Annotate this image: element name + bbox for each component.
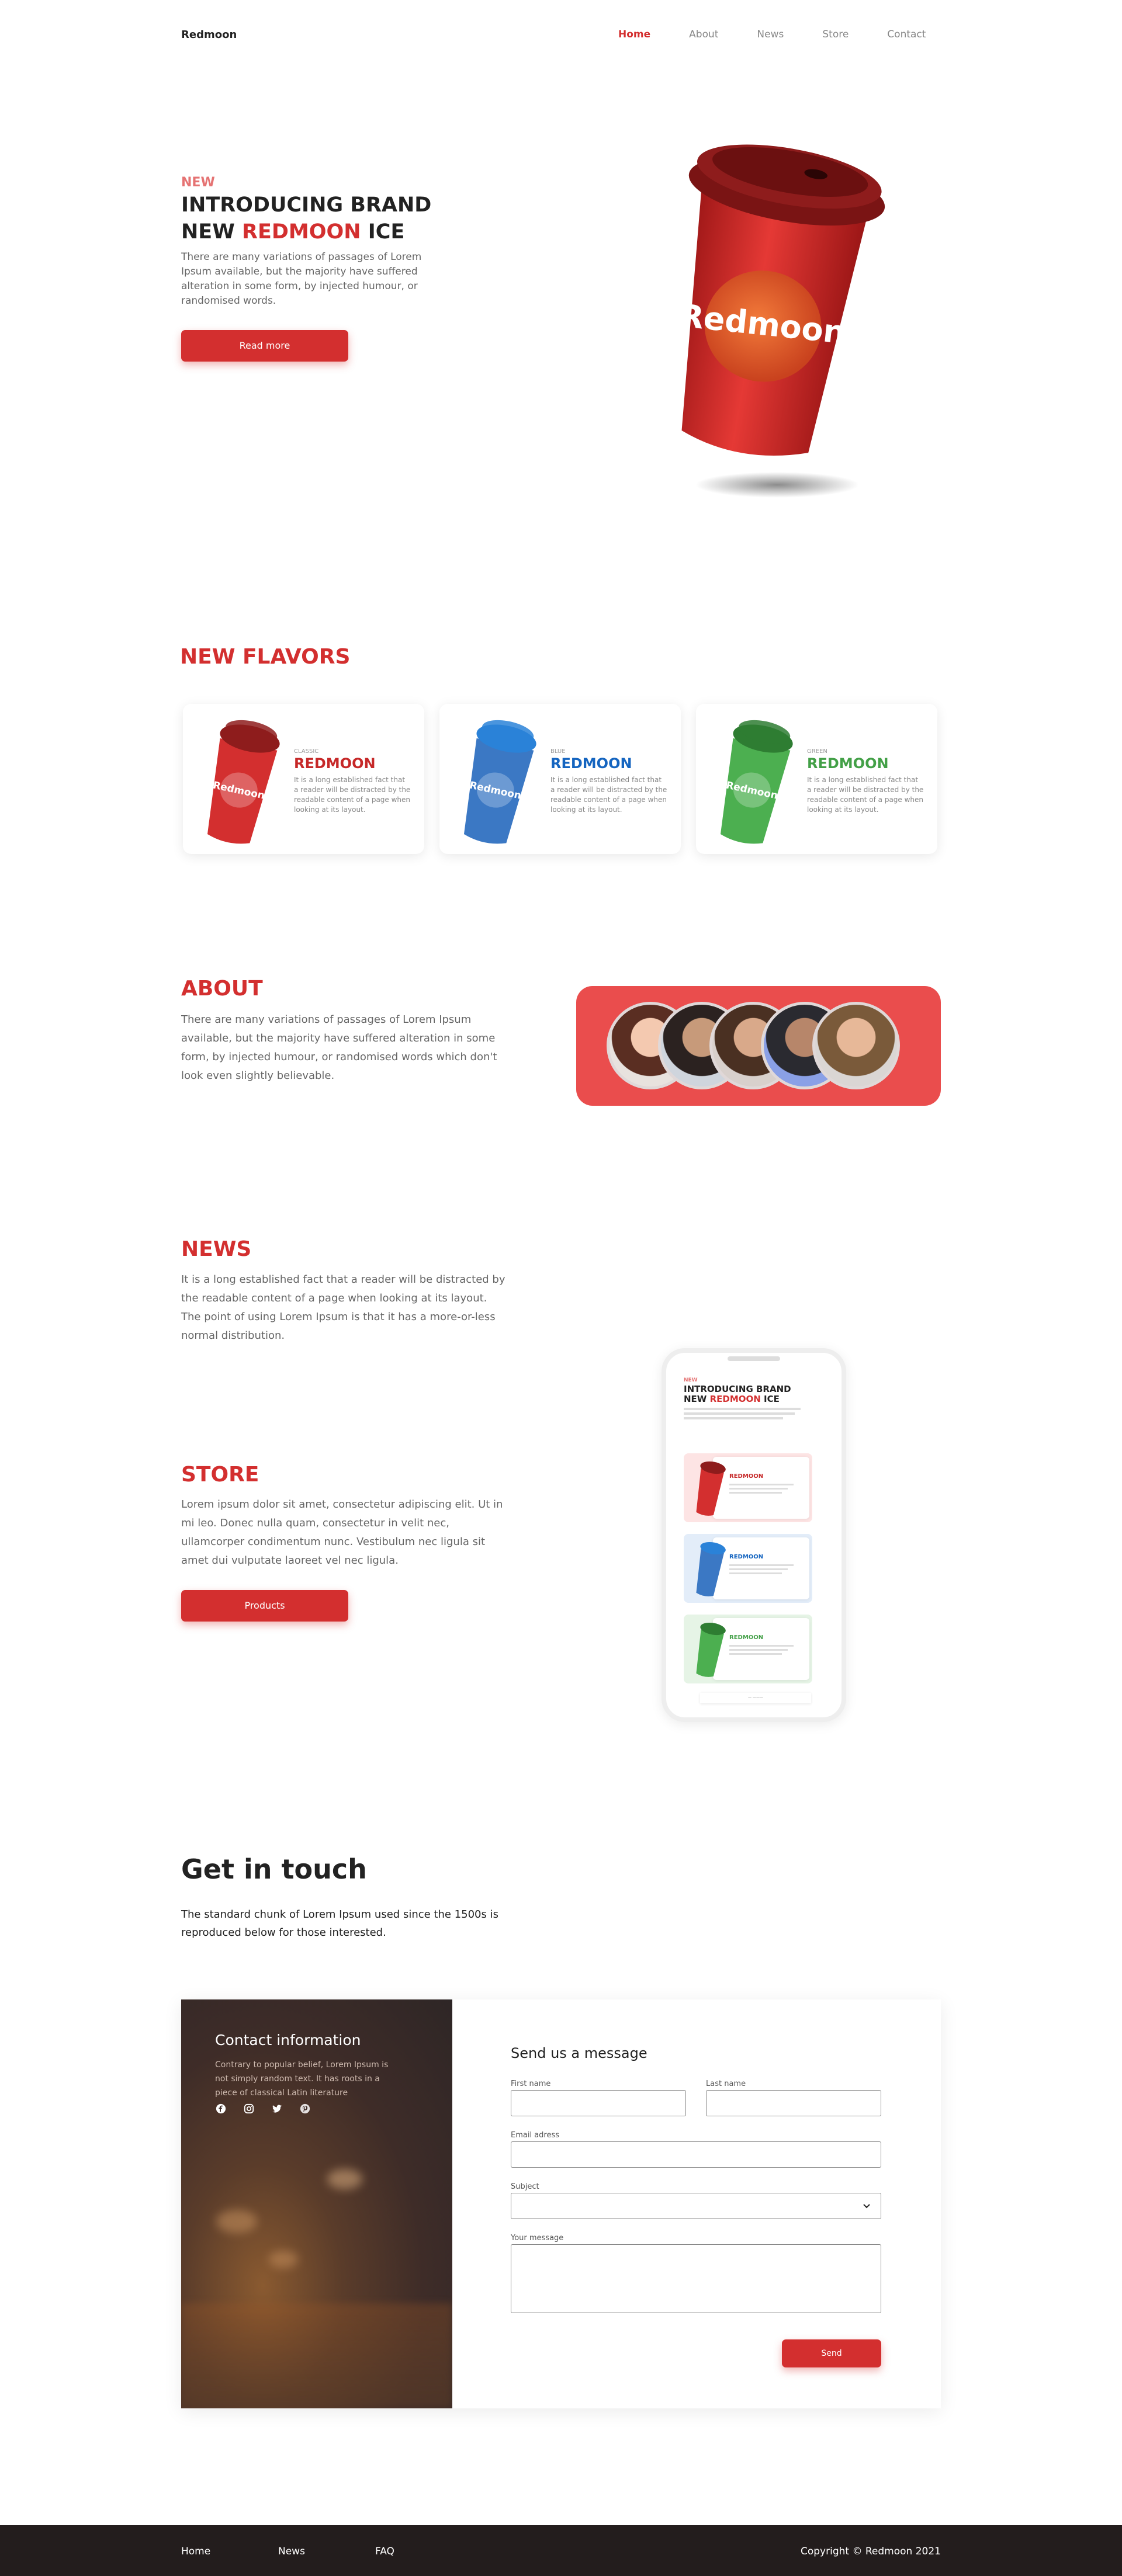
contact-info-title: Contact information — [215, 2032, 361, 2049]
flavors-title: NEW FLAVORS — [180, 645, 351, 669]
nav-home[interactable]: Home — [618, 29, 650, 40]
flavor-cup-image: Redmoon — [720, 720, 793, 844]
send-button[interactable]: Send — [782, 2339, 881, 2367]
footer: Home News FAQ Copyright © Redmoon 2021 — [0, 2525, 1122, 2576]
facebook-icon[interactable] — [215, 2103, 227, 2115]
message-textarea[interactable] — [511, 2244, 881, 2313]
chevron-down-icon — [863, 2204, 870, 2209]
last-name-label: Last name — [706, 2079, 746, 2088]
twitter-icon[interactable] — [271, 2103, 283, 2115]
about-title: ABOUT — [181, 977, 263, 1001]
message-label: Your message — [511, 2234, 564, 2242]
contact-info-panel: Contact information Contrary to popular … — [181, 1999, 452, 2408]
phone-speaker — [728, 1356, 780, 1361]
nav-store[interactable]: Store — [822, 29, 849, 40]
store-description: Lorem ipsum dolor sit amet, consectetur … — [181, 1498, 503, 1567]
team-faces-panel — [576, 986, 941, 1106]
nav-about[interactable]: About — [689, 29, 718, 40]
news-description: It is a long established fact that a rea… — [181, 1273, 505, 1342]
contact-panel: Contact information Contrary to popular … — [181, 1999, 941, 2408]
contact-description: The standard chunk of Lorem Ipsum used s… — [181, 1908, 498, 1939]
flavor-card[interactable]: Redmoon CLASSIC REDMOON It is a long establ… — [183, 704, 424, 854]
email-input[interactable] — [511, 2141, 881, 2168]
contact-info-text: Contrary to popular belief, Lorem Ipsum … — [215, 2060, 389, 2098]
nav-news[interactable]: News — [757, 29, 784, 40]
pinterest-icon[interactable] — [299, 2103, 311, 2115]
email-label: Email adress — [511, 2131, 560, 2140]
hero-title: INTRODUCING BRAND NEW REDMOON ICE — [181, 193, 432, 244]
read-more-button[interactable]: Read more — [181, 330, 348, 362]
logo[interactable]: Redmoon — [181, 29, 237, 41]
flavor-text: It is a long established fact that a rea… — [550, 776, 667, 814]
subject-label: Subject — [511, 2182, 539, 2191]
about-description: There are many variations of passages of… — [181, 1013, 497, 1082]
phone-flavor-card: REDMOON — [684, 1615, 812, 1683]
phone-flavor-card: REDMOON — [684, 1453, 812, 1522]
form-title: Send us a message — [511, 2045, 647, 2061]
flavor-cup-image: Redmoon — [207, 720, 280, 844]
news-title: NEWS — [181, 1237, 252, 1261]
hero-description: There are many variations of passages of… — [181, 251, 422, 307]
copyright-text: Copyright © Redmoon 2021 — [801, 2546, 941, 2557]
flavor-cup-image: Redmoon — [463, 720, 536, 844]
flavor-text: It is a long established fact that a rea… — [807, 776, 924, 814]
flavor-brand: REDMOON — [294, 755, 376, 772]
contact-heading: Get in touch — [181, 1853, 367, 1885]
footer-link-home[interactable]: Home — [181, 2546, 210, 2557]
phone-mockup: NEW INTRODUCING BRAND NEW REDMOON ICE RE… — [662, 1348, 846, 1722]
flavor-brand: REDMOON — [550, 755, 632, 772]
footer-link-news[interactable]: News — [278, 2546, 305, 2557]
phone-hero-title: INTRODUCING BRAND NEW REDMOON ICE — [684, 1384, 791, 1404]
flavor-brand: REDMOON — [807, 755, 889, 772]
hero-cup-image: Redmoon — [678, 144, 885, 498]
hero-tag: NEW — [181, 175, 215, 190]
nav-contact[interactable]: Contact — [887, 29, 926, 40]
flavor-variant: CLASSIC — [294, 748, 319, 755]
first-name-input[interactable] — [511, 2090, 686, 2116]
footer-link-faq[interactable]: FAQ — [375, 2546, 394, 2557]
phone-flavor-card: REDMOON — [684, 1534, 812, 1603]
flavor-card[interactable]: Redmoon BLUE REDMOON It is a long establish… — [439, 704, 681, 854]
products-button[interactable]: Products — [181, 1590, 348, 1622]
flavor-text: It is a long established fact that a rea… — [294, 776, 411, 814]
avatar — [812, 1002, 900, 1089]
instagram-icon[interactable] — [243, 2103, 255, 2115]
flavor-variant: BLUE — [550, 748, 566, 755]
main-nav: Home About News Store Contact — [618, 29, 926, 40]
flavor-variant: GREEN — [807, 748, 827, 755]
last-name-input[interactable] — [706, 2090, 881, 2116]
store-title: STORE — [181, 1463, 259, 1487]
subject-select[interactable] — [511, 2193, 881, 2219]
first-name-label: First name — [511, 2079, 551, 2088]
flavor-card[interactable]: Redmoon GREEN REDMOON It is a long establis… — [696, 704, 937, 854]
